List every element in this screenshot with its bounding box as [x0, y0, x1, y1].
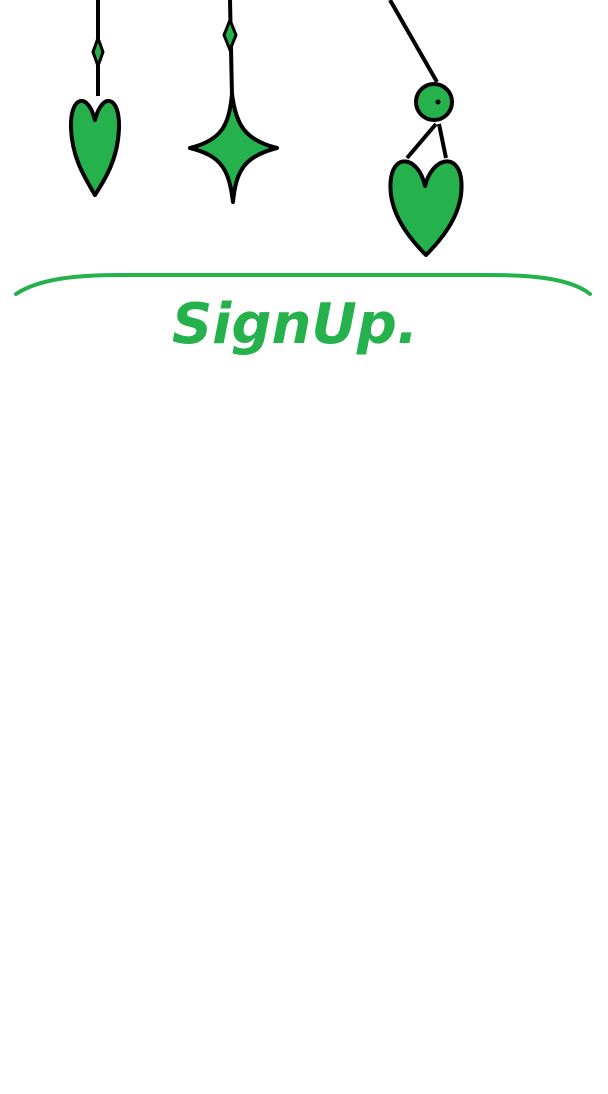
heart-ornament-right [388, 0, 464, 257]
bead-right-icon [414, 82, 454, 122]
bead-middle-icon [222, 15, 238, 55]
sparkle-star-icon [188, 92, 279, 204]
string-right-a [405, 122, 438, 160]
signup-title: SignUp. [171, 292, 419, 357]
string-right-b [437, 123, 448, 159]
hanging-heart-with-bead-icon [388, 159, 464, 257]
heart-ornament-left [68, 0, 122, 197]
bead-left-icon [91, 33, 105, 71]
string-right [388, 0, 439, 83]
star-ornament [188, 0, 279, 204]
hanging-ornaments [68, 0, 464, 257]
bead-hole [435, 99, 441, 105]
heart-icon [68, 99, 122, 197]
